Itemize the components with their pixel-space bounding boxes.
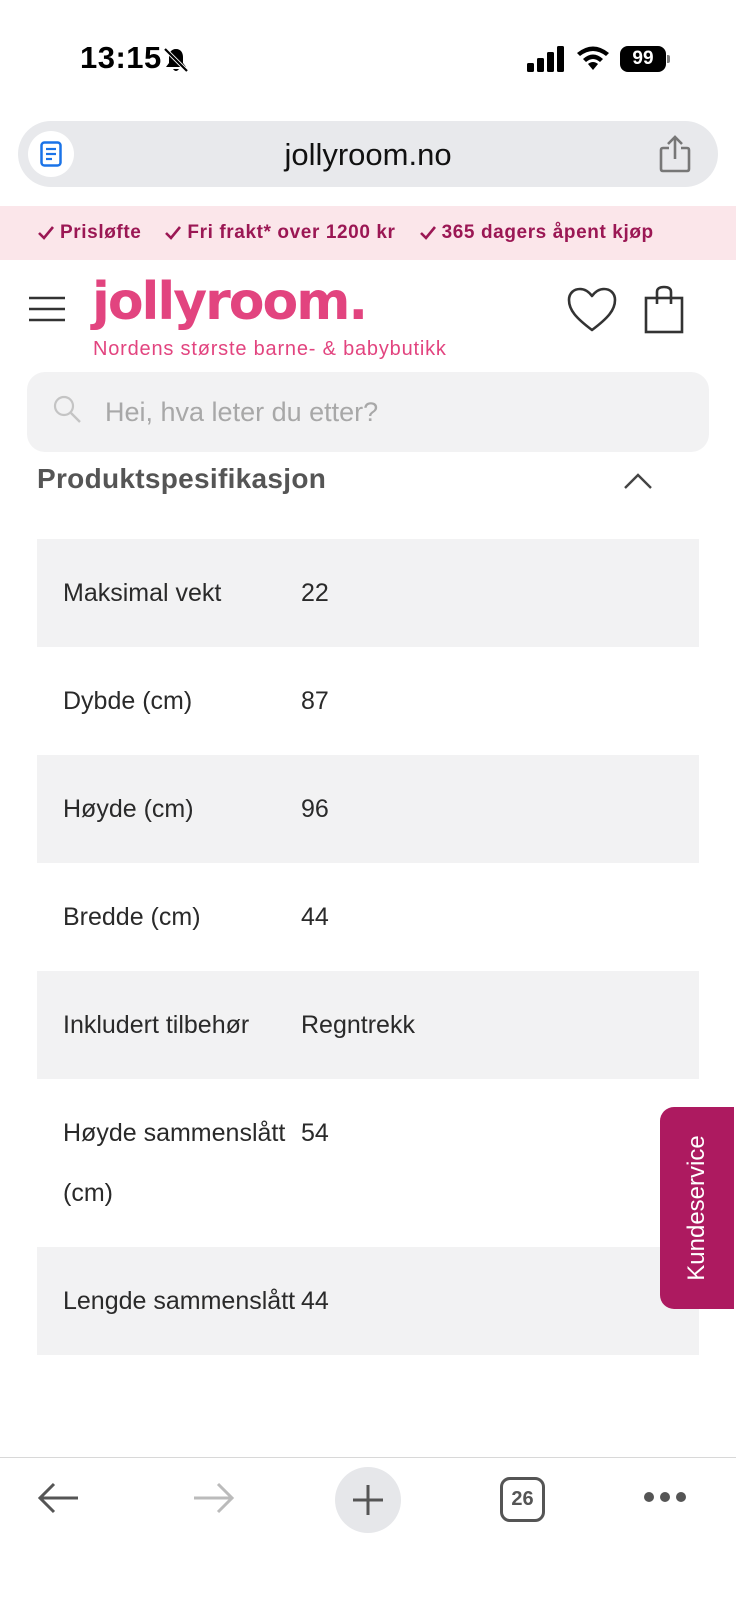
- spec-row: Lengde sammenslått 44: [37, 1247, 699, 1355]
- spec-table: Maksimal vekt 22 Dybde (cm) 87 Høyde (cm…: [37, 539, 699, 1355]
- spec-label: Bredde (cm): [63, 903, 201, 931]
- spec-label: Høyde sammenslått (cm): [63, 1119, 286, 1207]
- search-input[interactable]: [105, 372, 665, 452]
- status-bar: 13:15 99: [0, 0, 736, 120]
- promo-item-open-purchase: 365 dagers åpent kjøp: [419, 222, 654, 244]
- shopping-bag-icon[interactable]: [644, 284, 684, 334]
- browser-toolbar: 26: [0, 1457, 736, 1600]
- spec-row: Bredde (cm) 44: [37, 863, 699, 971]
- customer-service-tab[interactable]: Kundeservice: [660, 1107, 734, 1309]
- url-text[interactable]: jollyroom.no: [18, 137, 718, 173]
- battery-indicator: 99: [620, 46, 670, 72]
- promo-item-price-promise: Prisløfte: [38, 222, 141, 244]
- spec-value: Regntrekk: [301, 1011, 415, 1039]
- new-tab-button[interactable]: [335, 1467, 401, 1533]
- more-options-icon[interactable]: [643, 1490, 687, 1504]
- forward-arrow-icon[interactable]: [192, 1480, 236, 1516]
- tabs-count-button[interactable]: 26: [500, 1477, 545, 1522]
- search-box[interactable]: [27, 372, 709, 452]
- plus-icon: [353, 1485, 383, 1515]
- spec-value: 44: [301, 903, 329, 931]
- promo-label: Fri frakt* over 1200 kr: [187, 222, 396, 243]
- site-header: jollyroom. Nordens største barne- & baby…: [0, 260, 736, 368]
- spec-label: Maksimal vekt: [63, 579, 222, 607]
- wishlist-heart-icon[interactable]: [566, 286, 618, 334]
- spec-value: 87: [301, 687, 329, 715]
- spec-value: 22: [301, 579, 329, 607]
- site-logo[interactable]: jollyroom.: [92, 272, 368, 332]
- cellular-signal-icon: [527, 46, 564, 72]
- spec-label: Lengde sammenslått: [63, 1287, 296, 1315]
- spec-value: 44: [301, 1287, 329, 1315]
- bell-slash-icon: [163, 47, 189, 73]
- spec-row: Høyde sammenslått (cm) 54: [37, 1079, 699, 1247]
- check-icon: [419, 226, 436, 240]
- battery-level: 99: [620, 46, 666, 72]
- spec-row: Dybde (cm) 87: [37, 647, 699, 755]
- spec-label: Inkludert tilbehør: [63, 1011, 250, 1039]
- battery-cap: [667, 55, 670, 63]
- site-tagline: Nordens største barne- & babybutikk: [93, 338, 447, 360]
- check-icon: [165, 226, 182, 240]
- status-time: 13:15: [80, 40, 162, 75]
- spec-row: Maksimal vekt 22: [37, 539, 699, 647]
- promo-label: 365 dagers åpent kjøp: [441, 222, 654, 243]
- search-icon: [53, 395, 81, 423]
- address-bar[interactable]: jollyroom.no: [18, 121, 718, 187]
- spec-value: 96: [301, 795, 329, 823]
- wifi-icon: [577, 46, 609, 70]
- spec-section-title[interactable]: Produktspesifikasjon: [37, 463, 326, 495]
- back-arrow-icon[interactable]: [36, 1480, 80, 1516]
- spec-row: Høyde (cm) 96: [37, 755, 699, 863]
- check-icon: [38, 226, 54, 240]
- chevron-up-icon[interactable]: [623, 472, 653, 490]
- spec-row: Inkludert tilbehør Regntrekk: [37, 971, 699, 1079]
- spec-label: Dybde (cm): [63, 687, 193, 715]
- hamburger-menu-icon[interactable]: [29, 296, 65, 322]
- spec-label: Høyde (cm): [63, 795, 194, 823]
- customer-service-label: Kundeservice: [683, 1135, 710, 1281]
- share-icon[interactable]: [658, 135, 692, 173]
- promo-bar: Prisløfte Fri frakt* over 1200 kr 365 da…: [0, 206, 736, 260]
- promo-item-free-shipping: Fri frakt* over 1200 kr: [165, 222, 395, 244]
- spec-value: 54: [301, 1119, 329, 1147]
- promo-label: Prisløfte: [60, 222, 142, 243]
